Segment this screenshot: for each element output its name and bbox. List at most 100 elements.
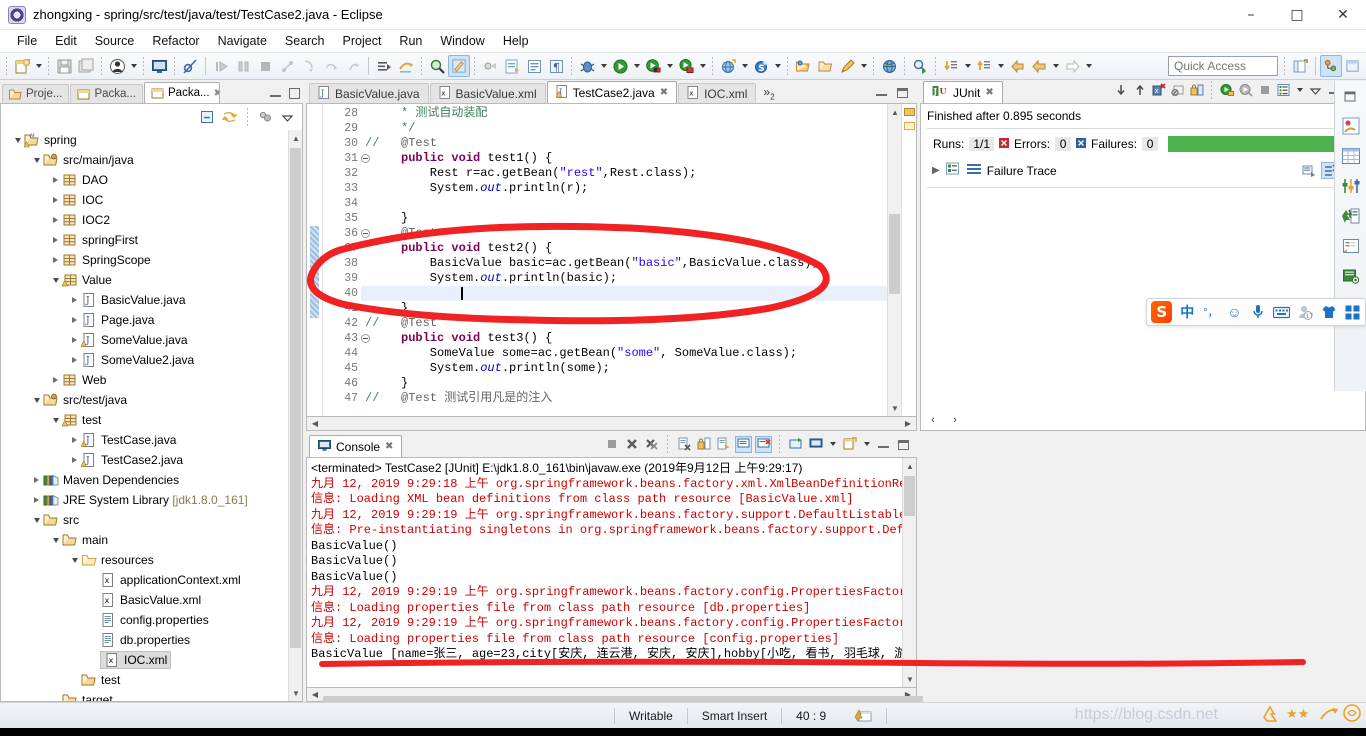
ime-emoji-icon[interactable]: ☺	[1226, 303, 1244, 321]
tab-console[interactable]: Console ✖	[309, 435, 403, 457]
open-type-icon[interactable]	[479, 55, 501, 77]
chevron-down-icon[interactable]	[49, 270, 62, 290]
chevron-right-icon[interactable]	[49, 230, 62, 250]
close-button[interactable]: ✕	[1320, 0, 1366, 30]
scroll-left-icon[interactable]: ◀	[307, 419, 323, 428]
code-editor[interactable]: 28 29 30 31 32 33 34 35 36 37 38 39 40 41 42 43 44 45 46 47…	[306, 103, 917, 417]
tree-item-content[interactable]: src	[43, 512, 79, 528]
suspend-icon[interactable]	[232, 55, 254, 77]
tab-package-explorer-2[interactable]: Packa... ✖	[144, 82, 220, 103]
tree-item-content[interactable]: test	[62, 412, 101, 428]
close-icon[interactable]: ✖	[385, 441, 393, 452]
sogou-ime-logo-icon[interactable]: S	[1151, 301, 1173, 323]
chevron-right-icon[interactable]	[49, 250, 62, 270]
tree-item-content[interactable]: src/test/java	[43, 392, 127, 408]
tree-item-content[interactable]: Web	[62, 372, 106, 388]
tree-item-testcase-java[interactable]: J TestCase.java	[1, 430, 302, 450]
link-with-editor-icon[interactable]	[221, 109, 238, 126]
search-icon[interactable]	[426, 55, 448, 77]
skip-breakpoints-icon[interactable]	[179, 55, 201, 77]
stop-test-icon[interactable]	[1256, 82, 1273, 99]
chevron-right-icon[interactable]	[68, 290, 81, 310]
tree-item-src-main-java[interactable]: src/main/java	[1, 150, 302, 170]
editor-overview-ruler[interactable]	[901, 104, 916, 416]
maximize-button[interactable]: □	[1274, 0, 1320, 30]
scroll-down-icon[interactable]: ▼	[289, 685, 302, 701]
tree-item-db-properties[interactable]: db.properties	[1, 630, 302, 650]
debug-perspective-icon[interactable]	[1338, 113, 1364, 139]
debug-dropdown-icon[interactable]	[598, 55, 609, 77]
remove-launch-icon[interactable]	[623, 436, 640, 453]
ime-user-icon[interactable]: 17	[1296, 303, 1314, 321]
open-resource-icon[interactable]	[792, 55, 814, 77]
tree-item-main[interactable]: main	[1, 530, 302, 550]
tree-item-content[interactable]: config.properties	[100, 612, 209, 628]
tab-package-explorer-1[interactable]: Packa...	[70, 84, 143, 103]
scroll-thumb[interactable]	[904, 476, 915, 516]
tree-item-somevalue2-java[interactable]: J SomeValue2.java	[1, 350, 302, 370]
display-selected-console-icon[interactable]	[735, 435, 752, 453]
chevron-right-icon[interactable]	[68, 350, 81, 370]
svn-dropdown-icon[interactable]	[772, 55, 783, 77]
code-line[interactable]: // @Test	[361, 316, 887, 331]
tree-item-test[interactable]: test	[1, 410, 302, 430]
tree-item-springscope[interactable]: SpringScope	[1, 250, 302, 270]
menu-refactor[interactable]: Refactor	[143, 32, 208, 50]
editor-tab-ioc-xml[interactable]: x IOC.xml	[678, 83, 757, 103]
close-icon[interactable]: ✖	[985, 87, 993, 98]
tree-item-springfirst[interactable]: springFirst	[1, 230, 302, 250]
remove-all-launches-icon[interactable]	[643, 436, 660, 453]
view-menu-filter-icon[interactable]	[257, 109, 274, 126]
junit-nav-prev[interactable]: ‹	[925, 412, 941, 428]
run-dropdown-icon[interactable]	[631, 55, 642, 77]
user-icon[interactable]	[106, 55, 128, 77]
code-line[interactable]: * 测试自动装配	[361, 106, 887, 121]
chevron-right-icon[interactable]	[30, 470, 43, 490]
new-wizard-dropdown-icon[interactable]	[33, 55, 44, 77]
code-line[interactable]: // @Test 测试引用凡是的注入	[361, 391, 887, 406]
junit-results[interactable]: Finished after 0.895 seconds Runs: 1/1 E…	[920, 103, 1366, 431]
chevron-right-icon[interactable]	[49, 190, 62, 210]
tree-item-content[interactable]: DAO	[62, 172, 108, 188]
minimize-editor-icon[interactable]	[873, 84, 890, 101]
show-failures-only-icon[interactable]: x	[1150, 82, 1167, 99]
tree-item-content[interactable]: SpringScope	[62, 252, 151, 268]
tree-item-jre-system-library-jdk1-8-0-161[interactable]: JRE System Library [jdk1.8.0_161]	[1, 490, 302, 510]
console-horizontal-scrollbar[interactable]: ◀ ▶	[306, 688, 923, 706]
tree-item-content[interactable]: x BasicValue.xml	[100, 592, 201, 608]
debug-icon[interactable]	[576, 55, 598, 77]
console-vertical-scrollbar[interactable]: ▲ ▼	[902, 458, 916, 687]
chevron-right-icon[interactable]	[49, 210, 62, 230]
chevron-right-icon[interactable]: ▶	[932, 165, 940, 176]
editor-marker-bar[interactable]	[307, 104, 323, 416]
next-edit-down-icon[interactable]	[940, 55, 962, 77]
explorer-scrollbar[interactable]: ▲ ▼	[288, 130, 302, 701]
new-console-view-icon[interactable]	[841, 436, 858, 453]
menu-project[interactable]: Project	[334, 32, 391, 50]
properties-view-icon[interactable]	[1338, 233, 1364, 259]
code-line[interactable]: // @Test	[361, 136, 887, 151]
tree-item-content[interactable]: target	[62, 692, 113, 701]
menu-run[interactable]: Run	[390, 32, 431, 50]
tree-item-content[interactable]: springFirst	[62, 232, 138, 248]
tree-item-value[interactable]: Value	[1, 270, 302, 290]
overview-task-marker[interactable]	[904, 122, 915, 130]
tree-item-content[interactable]: J SomeValue2.java	[81, 352, 194, 368]
menu-window[interactable]: Window	[431, 32, 493, 50]
forward-history-icon[interactable]	[1061, 55, 1083, 77]
tree-item-content[interactable]: Maven Dependencies	[43, 472, 179, 488]
editor-tab-basicvalue-xml[interactable]: x BasicValue.xml	[429, 83, 546, 103]
quick-fix-icon[interactable]	[836, 55, 858, 77]
disconnect-icon[interactable]	[276, 55, 298, 77]
save-icon[interactable]	[53, 55, 75, 77]
snippets-view-icon[interactable]	[1338, 263, 1364, 289]
tree-item-content[interactable]: IOC2	[62, 212, 110, 228]
tree-item-applicationcontext-xml[interactable]: x applicationContext.xml	[1, 570, 302, 590]
external-tools-dropdown-icon[interactable]	[664, 55, 675, 77]
junit-nav-next[interactable]: ›	[947, 412, 963, 428]
new-wizard-icon[interactable]	[11, 55, 33, 77]
code-line[interactable]: SomeValue some=ac.getBean("some", SomeVa…	[361, 346, 887, 361]
tree-item-resources[interactable]: resources	[1, 550, 302, 570]
code-line[interactable]	[361, 196, 887, 211]
tree-item-target[interactable]: target	[1, 690, 302, 701]
